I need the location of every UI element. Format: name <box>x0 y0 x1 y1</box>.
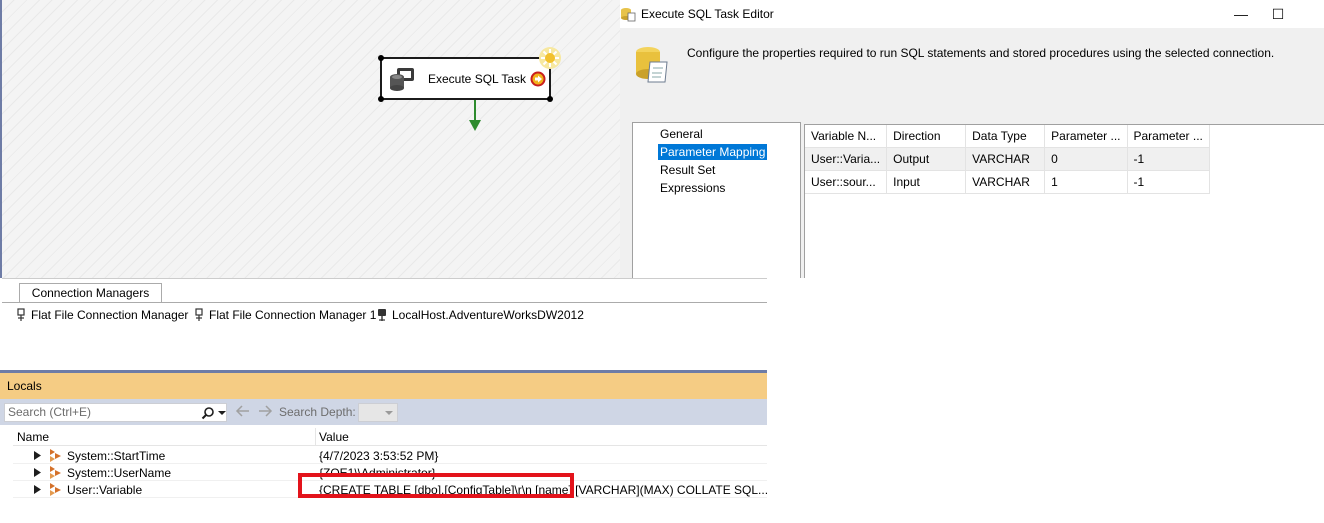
column-header-data-type[interactable]: Data Type <box>965 125 1046 148</box>
expand-triangle-icon[interactable] <box>34 485 41 494</box>
local-name: System::StartTime <box>67 449 166 463</box>
locals-toolbar: Search (Ctrl+E) Search Depth: <box>0 399 767 425</box>
column-header-parameter-name[interactable]: Parameter ... <box>1044 125 1128 148</box>
variable-name-cell[interactable]: User::Varia... <box>805 147 888 171</box>
resize-handle[interactable] <box>378 55 384 61</box>
table-row[interactable]: System::StartTime {4/7/2023 3:53:52 PM} <box>13 447 767 464</box>
database-connection-icon <box>378 309 386 321</box>
editor-nav-pane: General Parameter Mapping Result Set Exp… <box>632 122 801 278</box>
forward-arrow-icon[interactable] <box>257 403 273 419</box>
variable-name-cell[interactable]: User::sour... <box>805 170 888 194</box>
column-header-name[interactable]: Name <box>17 430 49 444</box>
connection-label: Flat File Connection Manager 1 <box>209 308 377 322</box>
locals-grid-header: Name Value <box>13 428 767 446</box>
expression-adorner-icon <box>539 47 561 69</box>
connection-label: Flat File Connection Manager <box>31 308 189 322</box>
locals-search-input[interactable]: Search (Ctrl+E) <box>4 403 227 422</box>
locals-title-bar[interactable]: Locals <box>0 373 767 399</box>
go-arrow-icon <box>530 71 546 87</box>
dialog-title: Execute SQL Task Editor <box>641 7 774 21</box>
column-header-value[interactable]: Value <box>319 430 349 444</box>
local-name: User::Variable <box>67 483 143 497</box>
parameter-size-cell[interactable]: -1 <box>1127 170 1210 194</box>
chevron-down-icon[interactable] <box>218 409 226 417</box>
connection-item-flat-file-1[interactable]: Flat File Connection Manager 1 <box>194 308 376 322</box>
parameter-size-cell[interactable]: -1 <box>1127 147 1210 171</box>
direction-cell[interactable]: Input <box>886 170 967 194</box>
column-header-parameter-size[interactable]: Parameter ... <box>1127 125 1210 148</box>
data-type-cell[interactable]: VARCHAR <box>965 170 1046 194</box>
highlight-annotation <box>298 473 574 498</box>
table-row[interactable]: User::sour... Input VARCHAR 1 -1 <box>805 170 1210 194</box>
connection-managers-panel: Connection Managers Flat File Connection… <box>2 278 767 370</box>
back-arrow-icon[interactable] <box>235 403 251 419</box>
parameter-mapping-grid: Variable N... Direction Data Type Parame… <box>804 124 1324 278</box>
tab-divider <box>2 302 767 303</box>
resize-handle[interactable] <box>547 96 553 102</box>
maximize-button[interactable]: ☐ <box>1268 4 1288 24</box>
column-header-direction[interactable]: Direction <box>886 125 967 148</box>
task-label: Execute SQL Task <box>428 72 527 86</box>
execute-sql-task-editor-dialog: Execute SQL Task Editor — ☐ Configure th… <box>620 0 1324 278</box>
connection-item-flat-file[interactable]: Flat File Connection Manager <box>16 308 188 322</box>
expand-triangle-icon[interactable] <box>34 451 41 460</box>
search-placeholder: Search (Ctrl+E) <box>8 405 92 419</box>
execute-sql-task[interactable]: Execute SQL Task <box>378 55 553 102</box>
column-header-variable-name[interactable]: Variable N... <box>805 125 888 148</box>
locals-window: Locals Search (Ctrl+E) Search Depth: Nam… <box>0 370 768 523</box>
dialog-body: General Parameter Mapping Result Set Exp… <box>620 120 1324 278</box>
local-name: System::UserName <box>67 466 172 480</box>
table-row[interactable]: User::Varia... Output VARCHAR 0 -1 <box>805 147 1210 171</box>
nav-item-general[interactable]: General <box>658 126 705 142</box>
nav-item-parameter-mapping[interactable]: Parameter Mapping <box>658 144 768 160</box>
parameter-name-cell[interactable]: 1 <box>1044 170 1128 194</box>
dialog-titlebar[interactable]: Execute SQL Task Editor — ☐ <box>620 0 1324 28</box>
connection-plug-icon <box>17 308 25 321</box>
variable-icon <box>50 466 61 479</box>
grid-header-row: Variable N... Direction Data Type Parame… <box>805 125 1210 148</box>
connection-managers-tab-strip: Connection Managers <box>2 279 767 303</box>
sql-task-icon <box>390 68 414 91</box>
variable-icon <box>50 449 61 462</box>
connection-item-localhost[interactable]: LocalHost.AdventureWorksDW2012 <box>377 308 584 322</box>
data-type-cell[interactable]: VARCHAR <box>965 147 1046 171</box>
parameter-name-cell[interactable]: 0 <box>1044 147 1128 171</box>
sql-editor-icon <box>621 8 636 22</box>
nav-item-expressions[interactable]: Expressions <box>658 180 727 196</box>
precedence-constraint-arrow[interactable] <box>469 100 481 132</box>
connection-plug-icon <box>195 308 203 321</box>
connection-label: LocalHost.AdventureWorksDW2012 <box>392 308 584 322</box>
column-separator[interactable] <box>315 428 316 446</box>
chevron-down-icon <box>385 411 393 415</box>
direction-cell[interactable]: Output <box>886 147 967 171</box>
expand-triangle-icon[interactable] <box>34 468 41 477</box>
resize-handle[interactable] <box>378 96 384 102</box>
parameter-table: Variable N... Direction Data Type Parame… <box>805 125 1210 194</box>
local-value: {4/7/2023 3:53:52 PM} <box>319 449 439 463</box>
minimize-button[interactable]: — <box>1231 4 1251 24</box>
tab-connection-managers[interactable]: Connection Managers <box>19 283 162 302</box>
dialog-header: Configure the properties required to run… <box>620 28 1324 120</box>
search-icon[interactable] <box>201 406 215 420</box>
search-depth-dropdown[interactable] <box>358 403 398 422</box>
dialog-description: Configure the properties required to run… <box>687 46 1275 60</box>
sql-scroll-icon <box>636 47 668 83</box>
search-depth-label: Search Depth: <box>279 405 356 419</box>
nav-item-result-set[interactable]: Result Set <box>658 162 717 178</box>
variable-icon <box>50 483 61 496</box>
